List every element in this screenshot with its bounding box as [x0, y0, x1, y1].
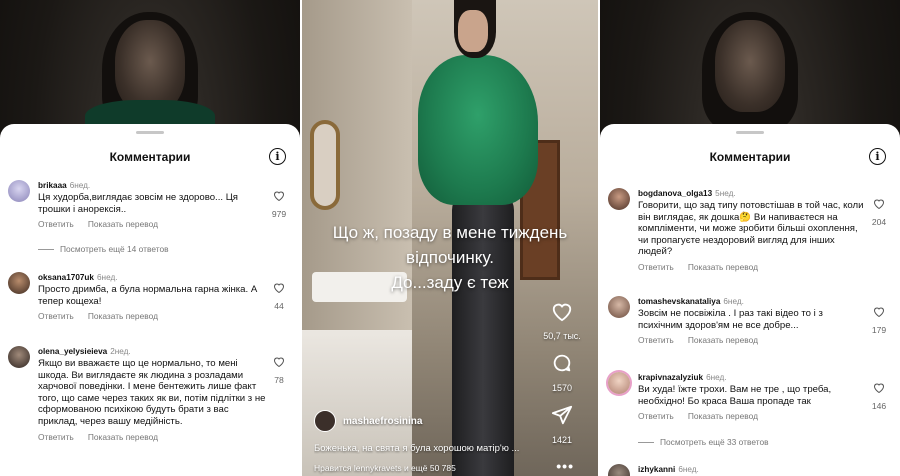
sheet-title: Комментарии — [109, 150, 191, 164]
comment-text: Якщо ви вважаєте що це нормально, то мен… — [38, 358, 266, 427]
view-more-replies[interactable]: Посмотреть ещё 14 ответов — [38, 244, 169, 254]
comments-panel-left: Комментарии i brikaaa 6нед. Ця худорба,ви… — [0, 0, 300, 476]
heart-icon — [273, 357, 285, 368]
avatar[interactable] — [8, 272, 30, 294]
comment-text: Ця худорба,виглядає зовсім не здорово...… — [38, 192, 238, 215]
comments-panel-right: Комментарии i bogdanova_olga13 5нед. Гово… — [600, 0, 900, 476]
heart-icon — [873, 307, 885, 318]
comment-text: Зовсім не посвіжіла . І раз такі відео т… — [638, 308, 823, 331]
reply-link[interactable]: Ответить — [38, 311, 74, 321]
video-person-face — [115, 20, 185, 112]
comment-time: 2нед. — [110, 347, 131, 356]
comment-time: 6нед. — [723, 297, 744, 306]
avatar[interactable] — [608, 188, 630, 210]
like-count: 78 — [274, 375, 284, 385]
likes-count: 50,7 тыс. — [543, 331, 581, 341]
like-count: 179 — [871, 325, 887, 335]
heart-icon — [273, 191, 285, 202]
comment-time: 5нед. — [715, 189, 736, 198]
comment-time: 6нед. — [97, 273, 118, 282]
like-count: 44 — [274, 301, 284, 311]
avatar[interactable] — [314, 410, 336, 432]
comments-sheet: Комментарии i bogdanova_olga13 5нед. Гово… — [600, 124, 900, 476]
sheet-title: Комментарии — [709, 150, 791, 164]
translate-link[interactable]: Показать перевод — [88, 432, 158, 442]
like-count: 204 — [871, 217, 887, 227]
view-more-replies[interactable]: Посмотреть ещё 33 ответов — [638, 437, 769, 447]
comment-text: Говорити, що зад типу потовстішав в той … — [638, 200, 864, 258]
comment-username[interactable]: oksana1707uk — [38, 273, 94, 282]
translate-link[interactable]: Показать перевод — [688, 262, 758, 272]
translate-link[interactable]: Показать перевод — [88, 219, 158, 229]
person-face — [458, 10, 488, 52]
video-caption-line: До...заду є теж — [391, 273, 509, 292]
info-icon[interactable]: i — [269, 148, 286, 165]
avatar[interactable] — [8, 180, 30, 202]
heart-icon — [552, 303, 572, 322]
like-action[interactable]: 50,7 тыс. — [542, 300, 582, 341]
send-icon — [551, 405, 573, 425]
screenshot-collage: Комментарии i brikaaa 6нед. Ця худорба,ви… — [0, 0, 900, 476]
video-caption-line: відпочинку. — [406, 248, 494, 267]
share-action[interactable]: 1421 — [542, 404, 582, 445]
heart-icon — [273, 283, 285, 294]
comment-text: Ви худа! їжте трохи. Вам не тре , що тре… — [638, 384, 832, 407]
reply-link[interactable]: Ответить — [638, 335, 674, 345]
like-button[interactable]: 44 — [268, 280, 290, 311]
comment-time: 6нед. — [706, 373, 727, 382]
comment-username[interactable]: brikaaa — [38, 181, 67, 190]
sheet-grabber[interactable] — [736, 131, 764, 134]
reel-caption[interactable]: Боженька, на свята я була хорошою матір'… — [314, 443, 548, 454]
comments-sheet: Комментарии i brikaaa 6нед. Ця худорба,ви… — [0, 124, 300, 476]
mirror — [310, 120, 340, 210]
like-count: 979 — [271, 209, 287, 219]
reel-username[interactable]: mashaefrosinina — [343, 416, 422, 427]
reply-link[interactable]: Ответить — [638, 411, 674, 421]
translate-link[interactable]: Показать перевод — [688, 335, 758, 345]
comment-username[interactable]: krapivnazalyziuk — [638, 373, 703, 382]
like-button[interactable]: 979 — [268, 188, 290, 219]
avatar[interactable] — [608, 296, 630, 318]
comment-username[interactable]: izhykanni — [638, 465, 675, 474]
comments-count: 1570 — [551, 383, 573, 393]
reply-link[interactable]: Ответить — [638, 262, 674, 272]
like-button[interactable]: 78 — [268, 354, 290, 385]
like-button[interactable]: 146 — [868, 380, 890, 411]
video-caption-line: Що ж, позаду в мене тиждень — [332, 223, 568, 242]
translate-link[interactable]: Показать перевод — [688, 411, 758, 421]
bathtub — [302, 330, 412, 476]
reply-link[interactable]: Ответить — [38, 432, 74, 442]
comment-time: 6нед. — [678, 465, 699, 474]
avatar[interactable] — [608, 372, 630, 394]
liked-by-text[interactable]: Нравится lennykravets и ещё 50 785 — [314, 463, 456, 473]
comment-bubble-icon — [553, 354, 571, 372]
like-button[interactable]: 179 — [868, 304, 890, 335]
like-button[interactable]: 204 — [868, 196, 890, 227]
like-count: 146 — [871, 401, 887, 411]
comment-username[interactable]: bogdanova_olga13 — [638, 189, 712, 198]
video-person-face — [715, 20, 785, 112]
avatar[interactable] — [8, 346, 30, 368]
sheet-grabber[interactable] — [136, 131, 164, 134]
more-options-icon[interactable]: ••• — [556, 458, 574, 474]
reel-video-panel[interactable]: Що ж, позаду в мене тиждень відпочинку. … — [300, 0, 600, 476]
comment-text: Просто дримба, а була нормальна гарна жі… — [38, 284, 258, 307]
comment-time: 6нед. — [69, 181, 91, 190]
info-icon[interactable]: i — [869, 148, 886, 165]
comment-action[interactable]: 1570 — [542, 352, 582, 393]
comment-username[interactable]: olena_yelysieieva — [38, 347, 107, 356]
heart-icon — [873, 199, 885, 210]
avatar[interactable] — [608, 464, 630, 476]
reel-author[interactable]: mashaefrosinina — [314, 410, 422, 432]
translate-link[interactable]: Показать перевод — [88, 311, 158, 321]
person-sweater — [418, 55, 538, 205]
comment-username[interactable]: tomashevskanataliya — [638, 297, 720, 306]
heart-icon — [873, 383, 885, 394]
reply-link[interactable]: Ответить — [38, 219, 74, 229]
shares-count: 1421 — [551, 435, 573, 445]
